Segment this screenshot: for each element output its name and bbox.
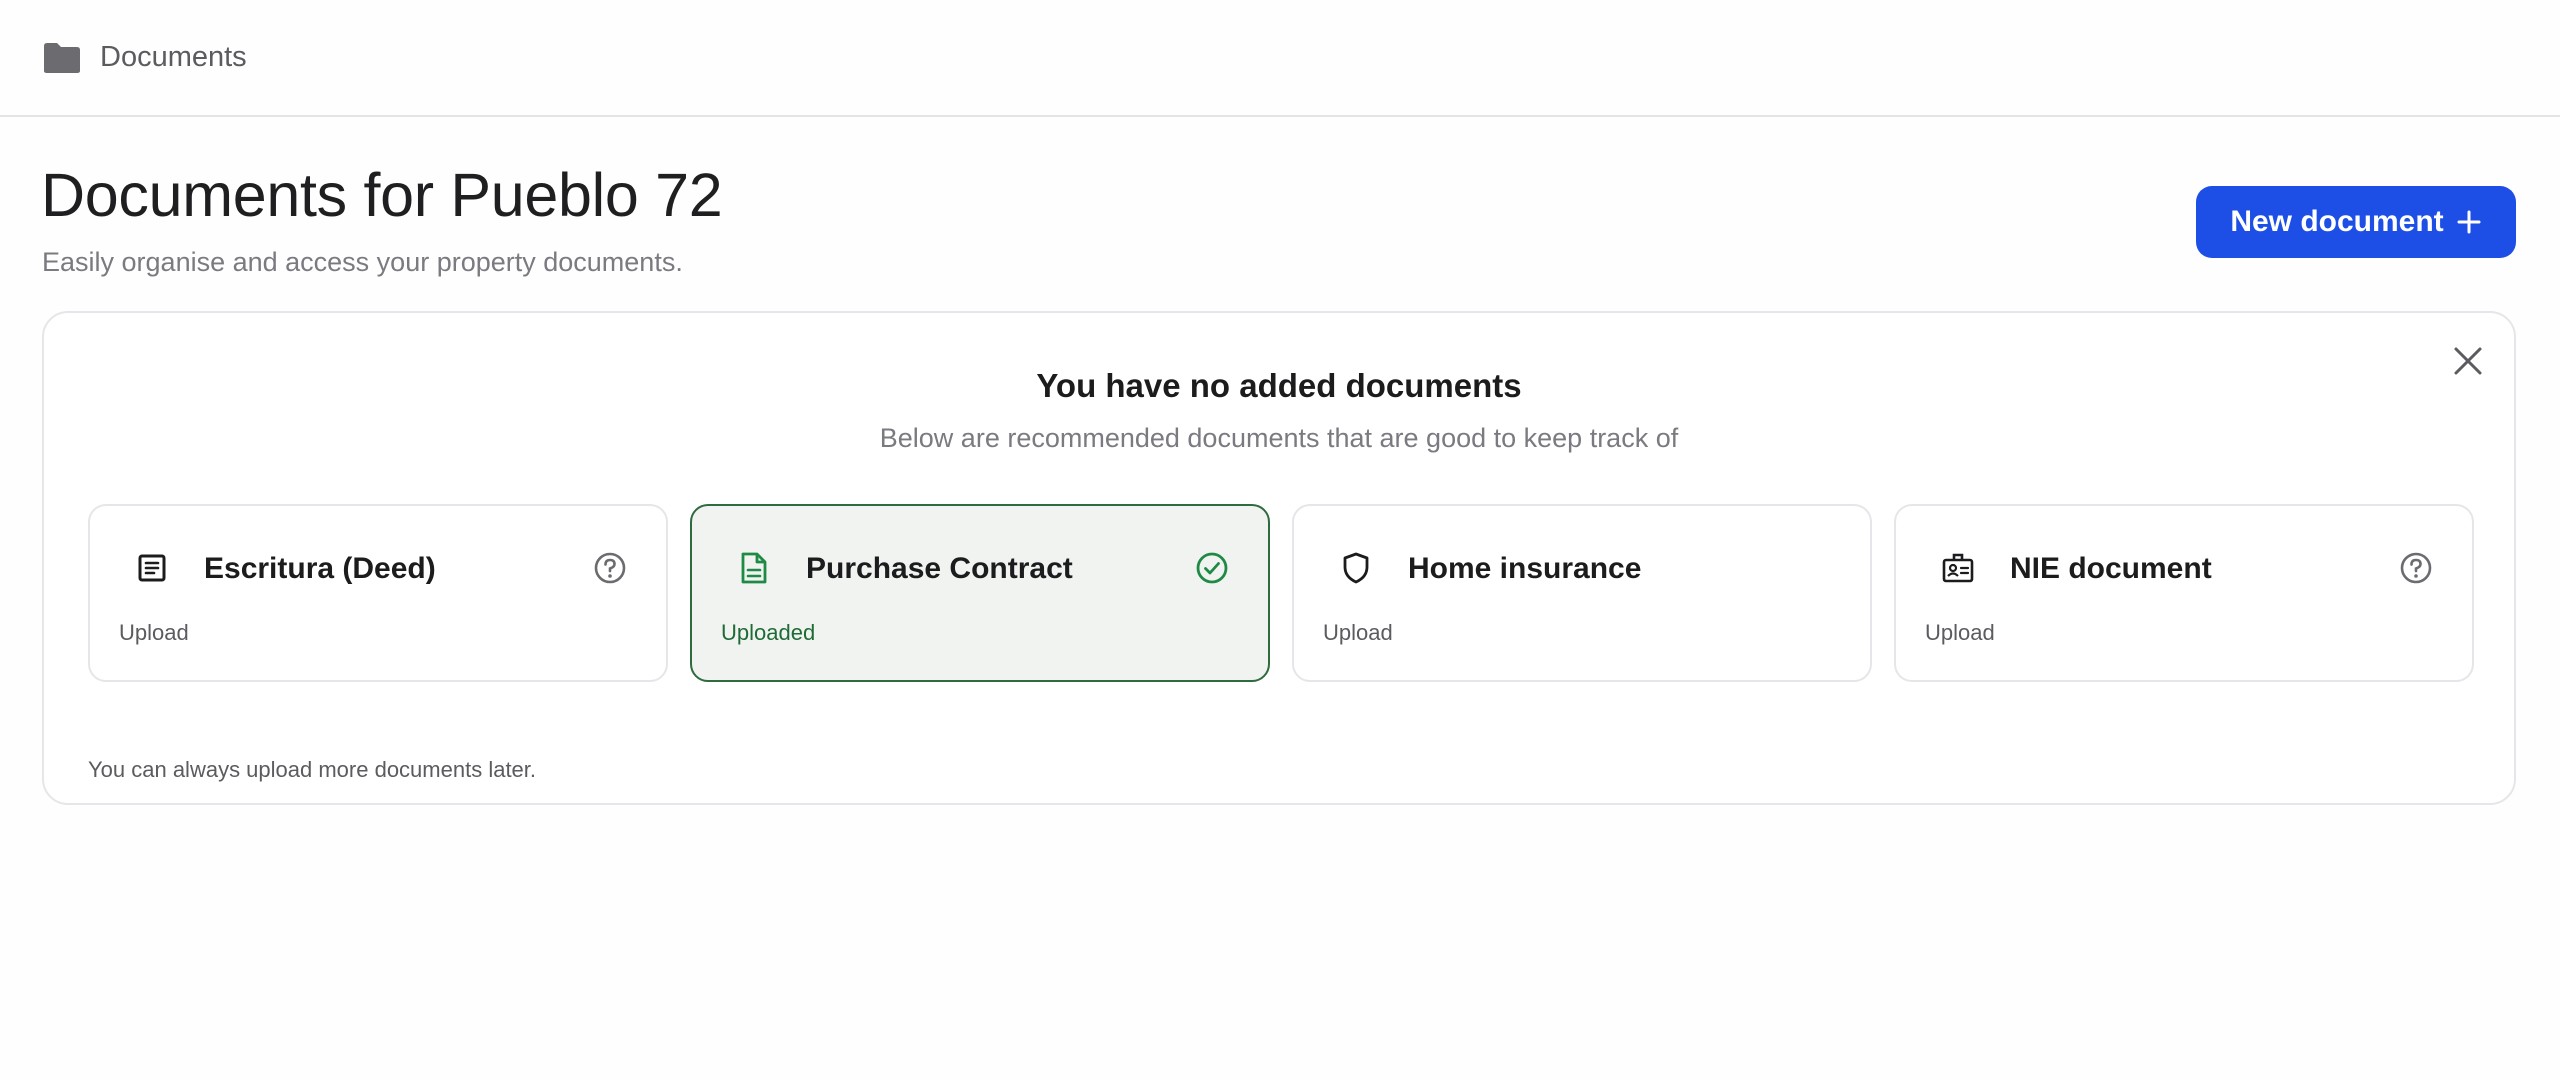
help-circle-icon[interactable]	[592, 550, 628, 586]
new-document-button[interactable]: New document	[2196, 186, 2516, 258]
doc-card-title: Home insurance	[1408, 552, 1642, 585]
upload-link[interactable]: Upload	[119, 620, 189, 646]
doc-card-title: Purchase Contract	[806, 552, 1073, 585]
shield-icon	[1338, 550, 1374, 586]
recommended-documents: Escritura (Deed) Upload Purchase Contrac…	[88, 504, 2474, 682]
doc-card-home-insurance[interactable]: Home insurance Upload	[1292, 504, 1872, 682]
page-subtitle: Easily organise and access your property…	[42, 247, 683, 277]
folder-icon	[42, 41, 82, 75]
empty-state-subtitle: Below are recommended documents that are…	[879, 423, 1679, 453]
doc-card-nie-document[interactable]: NIE document Upload	[1894, 504, 2474, 682]
breadcrumb-documents[interactable]: Documents	[100, 41, 247, 74]
id-badge-icon	[1940, 550, 1976, 586]
doc-card-title: NIE document	[2010, 552, 2212, 585]
doc-card-purchase-contract[interactable]: Purchase Contract Uploaded	[690, 504, 1270, 682]
file-text-icon	[736, 550, 772, 586]
empty-state-title: You have no added documents	[1036, 367, 1522, 404]
document-lines-icon	[134, 550, 170, 586]
doc-card-escritura[interactable]: Escritura (Deed) Upload	[88, 504, 668, 682]
page-title: Documents for Pueblo 72	[41, 161, 723, 229]
help-circle-icon[interactable]	[2398, 550, 2434, 586]
doc-card-title: Escritura (Deed)	[204, 552, 436, 585]
upload-link[interactable]: Upload	[1925, 620, 1995, 646]
uploaded-status: Uploaded	[721, 620, 816, 645]
plus-icon	[2456, 209, 2482, 235]
upload-link[interactable]: Upload	[1323, 620, 1393, 646]
check-circle-icon	[1194, 550, 1230, 586]
panel-footer-note: You can always upload more documents lat…	[88, 757, 537, 782]
empty-state-panel: You have no added documents Below are re…	[42, 311, 2516, 805]
new-document-label: New document	[2230, 205, 2444, 238]
top-bar: Documents	[0, 0, 2560, 117]
